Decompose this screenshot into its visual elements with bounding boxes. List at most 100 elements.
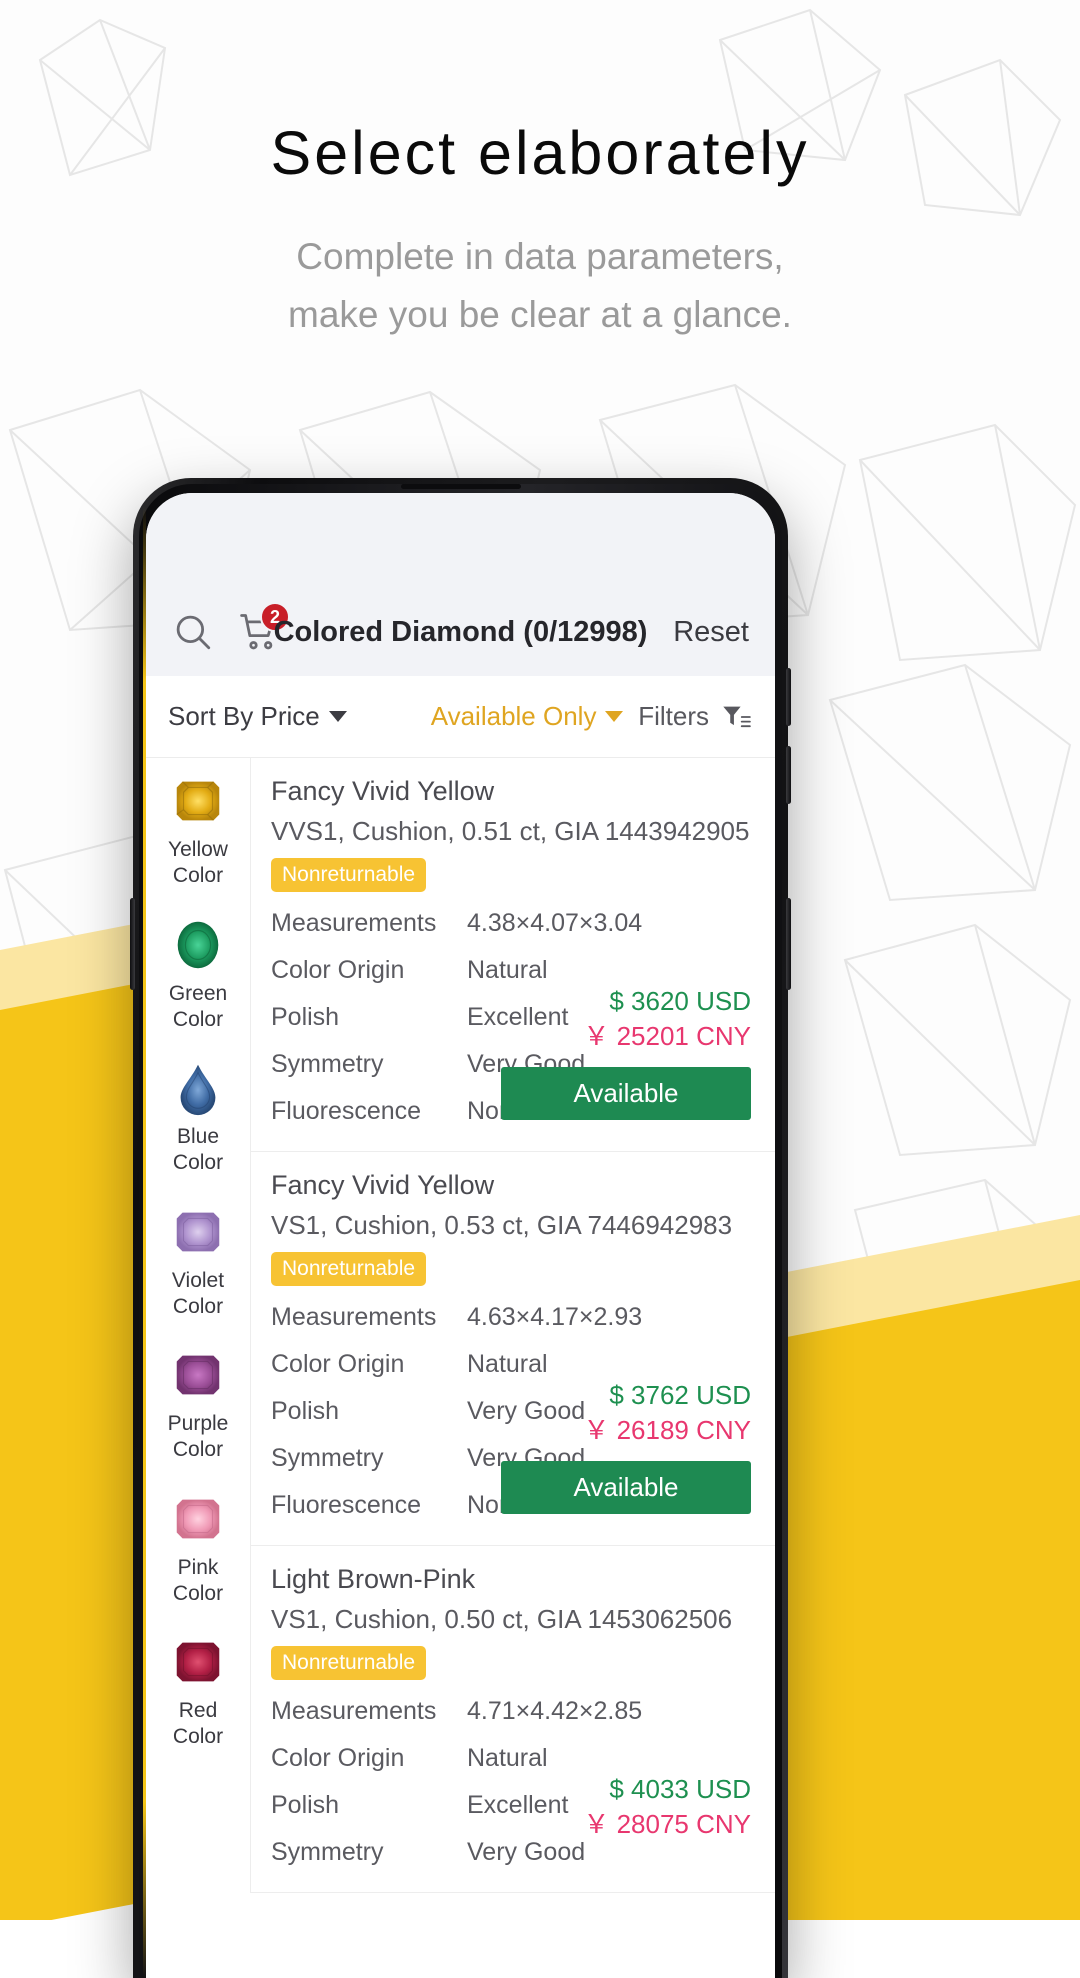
spec-key: Fluorescence xyxy=(271,1491,422,1519)
sidebar-item-label: Purple Color xyxy=(168,1411,229,1464)
app-bar-left-icons: 2 xyxy=(168,602,290,657)
purple-diamond-icon xyxy=(176,1355,220,1395)
sidebar-item-blue[interactable]: Blue Color xyxy=(146,1059,250,1177)
diamond-listing-column: Fancy Vivid Yellow VVS1, Cushion, 0.51 c… xyxy=(250,758,775,1893)
label-text: Green Color xyxy=(168,981,228,1031)
table-row: Measurements 4.71×4.42×2.85 xyxy=(271,1688,751,1735)
sidebar-item-label: Yellow Color xyxy=(168,837,228,890)
reset-button[interactable]: Reset xyxy=(673,616,749,649)
diamond-color-grade: Fancy Vivid Yellow xyxy=(271,776,495,806)
filter-bar: Sort By Price Available Only Filters xyxy=(146,676,775,758)
label-text: Blue Color xyxy=(172,1125,224,1175)
status-badge: Nonreturnable xyxy=(271,1252,427,1286)
diamond-color-grade: Fancy Vivid Yellow xyxy=(271,1170,495,1200)
page-subtitle: Complete in data parameters, make you be… xyxy=(0,228,1080,345)
diamond-listing-row[interactable]: Fancy Vivid Yellow VS1, Cushion, 0.53 ct… xyxy=(251,1152,775,1546)
status-bar-area xyxy=(146,493,775,588)
available-only-dropdown[interactable]: Available Only xyxy=(431,701,624,732)
funnel-icon xyxy=(723,706,751,727)
spec-key: Measurements xyxy=(271,1697,437,1725)
phone-screen: 2 Colored Diamond (0/12998) Reset Sort B… xyxy=(146,493,775,1978)
spec-key: Measurements xyxy=(271,909,437,937)
spec-key: Measurements xyxy=(271,1303,437,1331)
volume-up-button[interactable] xyxy=(786,668,791,726)
diamond-spec-summary: VS1, Cushion, 0.50 ct, GIA 1453062506 xyxy=(271,1604,733,1634)
chevron-down-icon xyxy=(605,711,624,722)
spec-value: Natural xyxy=(467,1350,548,1378)
available-only-label: Available Only xyxy=(430,701,597,731)
label-text: Yellow Color xyxy=(168,838,228,888)
availability-button[interactable]: Available xyxy=(501,1461,751,1515)
table-row: Measurements 4.63×4.17×2.93 xyxy=(271,1294,751,1341)
power-button[interactable] xyxy=(786,898,791,990)
sidebar-item-red[interactable]: Red Color xyxy=(146,1633,250,1751)
cart-button[interactable]: 2 xyxy=(234,602,290,657)
violet-diamond-icon xyxy=(176,1212,220,1251)
diamond-listing-row[interactable]: Light Brown-Pink VS1, Cushion, 0.50 ct, … xyxy=(251,1546,775,1893)
green-diamond-icon xyxy=(177,921,219,968)
price-usd: $ 3620 USD xyxy=(609,986,751,1016)
chevron-down-icon xyxy=(328,711,347,722)
price-usd: $ 4033 USD xyxy=(609,1774,751,1804)
status-badge: Nonreturnable xyxy=(271,858,427,892)
label-text: Purple Color xyxy=(167,1412,229,1462)
sidebar-item-label: Green Color xyxy=(169,981,227,1034)
diamond-spec-table: Measurements 4.71×4.42×2.85 Color Origin… xyxy=(271,1688,751,1876)
spec-value: Natural xyxy=(467,1744,548,1772)
sidebar-item-pink[interactable]: Pink Color xyxy=(146,1490,250,1608)
spec-value: 4.38×4.07×3.04 xyxy=(467,909,643,937)
subtitle-line-1: Complete in data parameters, xyxy=(296,236,784,277)
sidebar-item-label: Violet Color xyxy=(172,1268,224,1321)
left-side-button[interactable] xyxy=(130,898,135,990)
spec-key: Color Origin xyxy=(271,956,405,984)
price-cny: ￥ 28075 CNY xyxy=(583,1809,751,1840)
app-bar: 2 Colored Diamond (0/12998) Reset xyxy=(146,588,775,676)
price-block: $ 3620 USD ￥ 25201 CNY Available xyxy=(501,986,751,1121)
diamond-spec-table: Measurements 4.38×4.07×3.04 Color Origin… xyxy=(271,900,751,1135)
price-usd: $ 3762 USD xyxy=(609,1380,751,1410)
pink-diamond-icon xyxy=(176,1499,220,1538)
phone-earpiece xyxy=(400,484,521,489)
spec-key: Color Origin xyxy=(271,1744,405,1772)
spec-key: Symmetry xyxy=(271,1838,384,1866)
phone-accent-stripe xyxy=(143,506,146,1978)
filters-label: Filters xyxy=(638,701,709,731)
phone-mockup: 2 Colored Diamond (0/12998) Reset Sort B… xyxy=(130,478,791,1978)
diamond-color-grade: Light Brown-Pink xyxy=(271,1564,476,1594)
spec-key: Polish xyxy=(271,1003,340,1031)
red-diamond-icon xyxy=(176,1642,220,1682)
yellow-diamond-icon xyxy=(176,781,220,821)
spec-key: Polish xyxy=(271,1397,340,1425)
sidebar-item-violet[interactable]: Violet Color xyxy=(146,1203,250,1321)
diamond-spec-table: Measurements 4.63×4.17×2.93 Color Origin… xyxy=(271,1294,751,1529)
sort-by-price-dropdown[interactable]: Sort By Price xyxy=(168,701,347,732)
diamond-spec-summary: VS1, Cushion, 0.53 ct, GIA 7446942983 xyxy=(271,1210,733,1240)
availability-button[interactable]: Available xyxy=(501,1067,751,1121)
spec-key: Symmetry xyxy=(271,1050,384,1078)
sidebar-item-label: Blue Color xyxy=(173,1124,223,1177)
sidebar-item-label: Pink Color xyxy=(173,1555,223,1608)
spec-value: 4.63×4.17×2.93 xyxy=(467,1303,643,1331)
cart-badge: 2 xyxy=(260,602,290,632)
spec-value: 4.71×4.42×2.85 xyxy=(467,1697,643,1725)
spec-key: Polish xyxy=(271,1791,340,1819)
page-title: Select elaborately xyxy=(270,119,810,187)
price-cny: ￥ 25201 CNY xyxy=(583,1021,751,1052)
sidebar-item-yellow[interactable]: Yellow Color xyxy=(146,772,250,890)
spec-key: Fluorescence xyxy=(271,1097,422,1125)
sidebar-item-green[interactable]: Green Color xyxy=(146,916,250,1034)
spec-value: Natural xyxy=(467,956,548,984)
sidebar-item-label: Red Color xyxy=(173,1698,223,1751)
marketing-copy: Select elaborately Complete in data para… xyxy=(0,0,1080,345)
color-category-sidebar: Yellow Color Green Color Blue Color Viol… xyxy=(146,758,250,1893)
sidebar-item-purple[interactable]: Purple Color xyxy=(146,1346,250,1464)
diamond-listing-row[interactable]: Fancy Vivid Yellow VVS1, Cushion, 0.51 c… xyxy=(251,758,775,1152)
filters-button[interactable]: Filters xyxy=(638,701,751,732)
price-cny: ￥ 26189 CNY xyxy=(583,1415,751,1446)
table-row: Measurements 4.38×4.07×3.04 xyxy=(271,900,751,947)
diamond-spec-summary: VVS1, Cushion, 0.51 ct, GIA 1443942905 xyxy=(271,816,750,846)
volume-down-button[interactable] xyxy=(786,746,791,804)
search-button[interactable] xyxy=(168,607,218,657)
catalog-content: Yellow Color Green Color Blue Color Viol… xyxy=(146,758,775,1893)
search-icon xyxy=(176,615,211,650)
